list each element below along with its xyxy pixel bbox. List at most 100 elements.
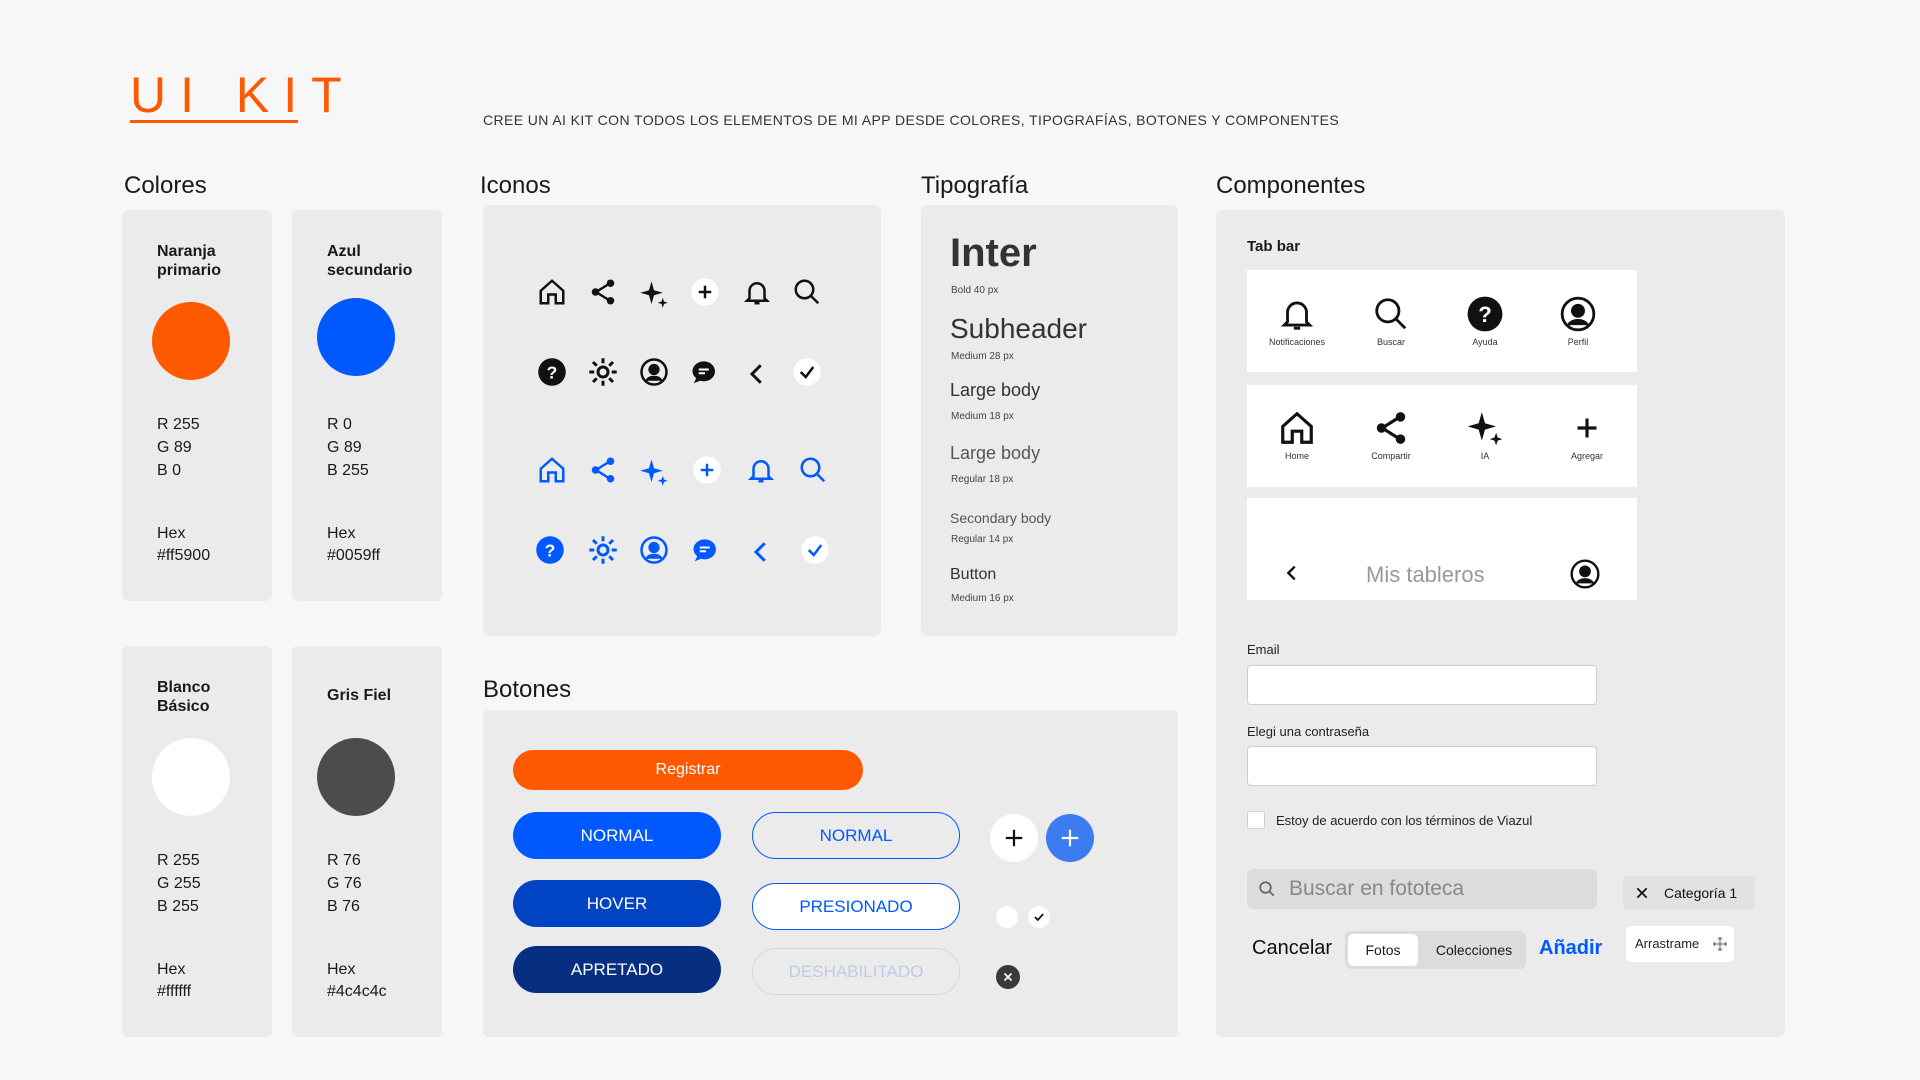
color-card-gris: Gris Fiel R 76 G 76 B 76 Hex #4c4c4c	[292, 646, 442, 1037]
chevron-left-icon[interactable]	[1281, 562, 1303, 584]
password-field[interactable]	[1247, 746, 1597, 786]
tab-label: Home	[1284, 451, 1309, 461]
typography-panel: Inter Bold 40 px Subheader Medium 28 px …	[921, 205, 1178, 636]
add-button-blue[interactable]	[1046, 814, 1094, 862]
nav-title: Mis tableros	[1366, 562, 1485, 587]
color-name: Blanco Básico	[157, 679, 211, 715]
svg-text:?: ?	[547, 362, 558, 382]
help-icon[interactable]: ?	[533, 533, 567, 567]
normal-outline-button[interactable]: NORMAL	[752, 812, 960, 859]
plus-icon	[1577, 418, 1597, 438]
hover-button[interactable]: HOVER	[513, 880, 721, 927]
sparkle-icon	[1467, 412, 1503, 446]
search-icon[interactable]	[790, 275, 824, 309]
tab-label: Ayuda	[1472, 337, 1498, 347]
tab-label: Buscar	[1376, 337, 1405, 347]
plus-circle-icon[interactable]	[688, 275, 722, 309]
type-meta: Regular 14 px	[951, 534, 1014, 545]
add-button-white[interactable]	[990, 814, 1038, 862]
nav-bar: Mis tableros	[1247, 498, 1637, 600]
bell-icon[interactable]	[744, 453, 778, 487]
settings-icon[interactable]	[586, 355, 620, 389]
drag-handle-chip[interactable]: Arrastrame	[1626, 926, 1734, 962]
chat-icon[interactable]	[689, 533, 723, 567]
bell-icon[interactable]	[740, 275, 774, 309]
color-card-naranja: Naranja primario R 255 G 89 B 0 Hex #ff5900	[122, 210, 272, 601]
svg-text:?: ?	[545, 540, 556, 560]
help-icon: ?	[1467, 296, 1503, 332]
color-card-blanco: Blanco Básico R 255 G 255 B 255 Hex #ffffff	[122, 646, 272, 1037]
email-label: Email	[1247, 642, 1280, 657]
radio-checked[interactable]	[1028, 906, 1050, 928]
search-placeholder: Buscar en fototeca	[1289, 877, 1465, 900]
settings-icon[interactable]	[586, 533, 620, 567]
color-card-azul: Azul secundario R 0G 89 B 255 Hex #0059ff	[292, 210, 442, 601]
category-chip[interactable]: Categoría 1	[1623, 876, 1755, 910]
page-subtitle: CREE UN AI KIT CON TODOS LOS ELEMENTOS D…	[483, 112, 1340, 128]
close-icon	[1003, 972, 1013, 982]
terms-checkbox[interactable]	[1247, 811, 1265, 829]
email-field[interactable]	[1247, 665, 1597, 705]
check-icon[interactable]	[798, 533, 832, 567]
plus-icon	[1005, 829, 1023, 847]
chat-icon[interactable]	[688, 355, 722, 389]
cancel-button[interactable]: Cancelar	[1252, 937, 1332, 960]
color-swatch	[152, 302, 230, 380]
home-icon	[1281, 411, 1313, 444]
page-title: UI KIT	[130, 67, 356, 123]
color-rgb: R 0G 89 B 255	[327, 416, 369, 479]
search-icon	[1375, 298, 1407, 330]
chevron-left-icon[interactable]	[744, 535, 778, 569]
tab-notificaciones[interactable]: Notificaciones	[1257, 295, 1337, 347]
share-icon[interactable]	[586, 453, 620, 487]
type-meta: Medium 28 px	[951, 351, 1014, 362]
normal-filled-button[interactable]: NORMAL	[513, 812, 721, 859]
clear-button[interactable]	[996, 965, 1020, 989]
home-icon[interactable]	[535, 275, 569, 309]
search-bar[interactable]: Buscar en fototeca	[1247, 869, 1597, 909]
tab-bar-1: Notificaciones Buscar ? Ayuda Perfil	[1247, 270, 1637, 372]
tab-ayuda[interactable]: ? Ayuda	[1445, 295, 1525, 347]
type-sample-inter: Inter	[950, 231, 1037, 275]
segment-colecciones[interactable]: Colecciones	[1425, 934, 1523, 966]
section-title-colores: Colores	[124, 172, 207, 199]
section-title-componentes: Componentes	[1216, 172, 1366, 199]
help-icon[interactable]: ?	[535, 355, 569, 389]
home-icon[interactable]	[535, 453, 569, 487]
color-rgb: R 255 G 89 B 0	[157, 416, 200, 479]
buttons-panel: Registrar NORMAL HOVER APRETADO NORMAL P…	[483, 710, 1178, 1037]
registrar-button[interactable]: Registrar	[513, 750, 863, 790]
type-sample-large-body-regular: Large body	[950, 443, 1041, 463]
check-icon[interactable]	[790, 355, 824, 389]
type-sample-secondary-body: Secondary body	[950, 510, 1052, 526]
close-icon[interactable]	[1635, 886, 1649, 900]
apretado-button[interactable]: APRETADO	[513, 946, 721, 993]
section-title-tipografia: Tipografía	[921, 172, 1029, 199]
profile-icon	[1560, 296, 1596, 332]
radio-unchecked[interactable]	[996, 906, 1018, 928]
tab-ia[interactable]: IA	[1445, 409, 1525, 461]
sparkle-icon[interactable]	[637, 277, 671, 311]
move-icon	[1712, 936, 1728, 952]
plus-circle-icon[interactable]	[690, 453, 724, 487]
tab-buscar[interactable]: Buscar	[1351, 295, 1431, 347]
search-icon[interactable]	[796, 453, 830, 487]
svg-text:?: ?	[1478, 302, 1492, 327]
plus-icon	[1061, 829, 1079, 847]
sparkle-icon[interactable]	[637, 455, 671, 489]
tab-agregar[interactable]: Agregar	[1547, 409, 1627, 461]
profile-icon[interactable]	[1569, 558, 1601, 590]
profile-icon[interactable]	[637, 355, 671, 389]
tab-bar-2: Home Compartir IA Agregar	[1247, 385, 1637, 487]
share-icon[interactable]	[586, 275, 620, 309]
presionado-button[interactable]: PRESIONADO	[752, 883, 960, 930]
chevron-left-icon[interactable]	[740, 357, 774, 391]
tab-perfil[interactable]: Perfil	[1538, 295, 1618, 347]
profile-icon[interactable]	[637, 533, 671, 567]
components-panel: Tab bar Notificaciones Buscar ? Ayuda Pe…	[1216, 210, 1785, 1037]
tab-home[interactable]: Home	[1257, 409, 1337, 461]
segment-fotos[interactable]: Fotos	[1348, 934, 1418, 966]
tab-label: IA	[1480, 451, 1490, 461]
tab-compartir[interactable]: Compartir	[1351, 409, 1431, 461]
add-link-button[interactable]: Añadir	[1539, 937, 1602, 960]
